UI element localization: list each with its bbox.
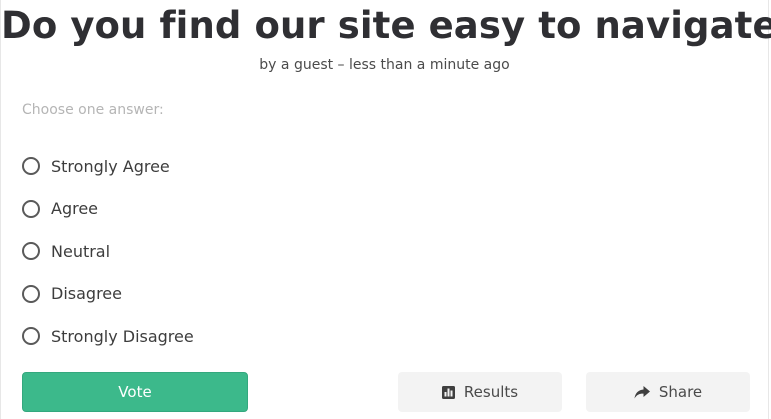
option-label: Neutral	[51, 241, 111, 261]
option-label: Strongly Agree	[51, 156, 170, 176]
option-disagree[interactable]: Disagree	[22, 273, 194, 316]
share-button[interactable]: Share	[586, 372, 750, 412]
poll-byline: by a guest – less than a minute ago	[259, 57, 510, 73]
option-label: Agree	[51, 199, 99, 219]
results-button-label: Results	[463, 383, 519, 401]
option-label: Strongly Disagree	[51, 326, 194, 346]
radio-button[interactable]	[22, 199, 40, 218]
radio-button[interactable]	[22, 157, 40, 176]
option-agree[interactable]: Agree	[22, 188, 194, 231]
radio-button[interactable]	[22, 284, 40, 303]
answer-options: Strongly Agree Agree Neutral Disagree St…	[22, 145, 194, 358]
option-strongly-agree[interactable]: Strongly Agree	[22, 145, 194, 188]
poll-title: Do you find our site easy to navigate?	[1, 4, 771, 47]
radio-button[interactable]	[22, 242, 40, 261]
results-button[interactable]: Results	[398, 372, 562, 412]
share-arrow-icon	[634, 385, 650, 399]
vote-button-label: Vote	[118, 383, 152, 401]
bar-chart-icon	[441, 385, 455, 399]
option-neutral[interactable]: Neutral	[22, 230, 194, 273]
share-button-label: Share	[658, 383, 703, 401]
vote-button[interactable]: Vote	[22, 372, 248, 412]
radio-button[interactable]	[22, 327, 40, 346]
answer-prompt: Choose one answer:	[22, 102, 164, 118]
option-strongly-disagree[interactable]: Strongly Disagree	[22, 315, 194, 358]
poll-card: Do you find our site easy to navigate? b…	[0, 0, 771, 419]
option-label: Disagree	[51, 284, 122, 304]
